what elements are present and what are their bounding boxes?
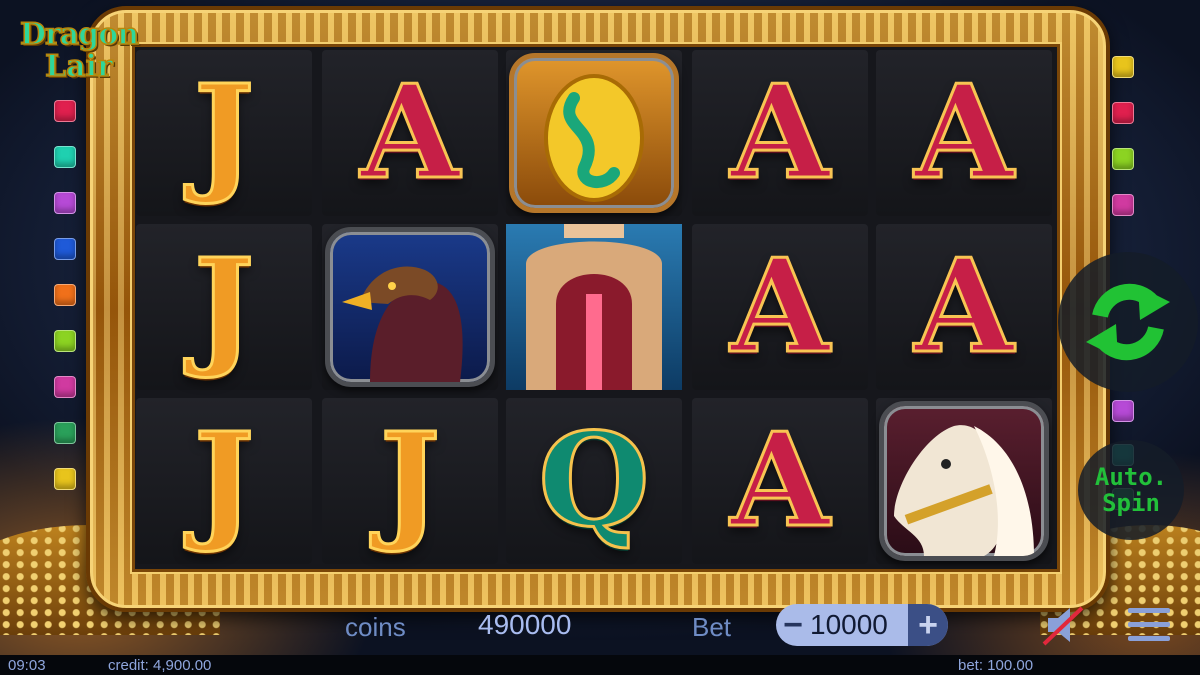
game-logo: Dragon Lair (4, 17, 154, 84)
coins-value: 490000 (478, 609, 572, 640)
symbol-a: A (729, 58, 831, 208)
reel-cell: J (136, 398, 312, 564)
symbol-q: Q (537, 406, 651, 556)
payline-marker (54, 376, 76, 398)
bet-label: Bet (692, 612, 732, 642)
bet-stepper: − 10000 + (776, 604, 948, 646)
coins-label: coins (345, 612, 406, 642)
menu-button[interactable] (1126, 604, 1172, 646)
clock: 09:03 (8, 657, 46, 674)
auto-spin-button[interactable]: Auto. Spin (1078, 440, 1184, 540)
payline-marker (54, 146, 76, 168)
eagle-symbol (325, 227, 495, 387)
reel-cell: A (692, 398, 868, 564)
symbol-j: J (192, 406, 256, 556)
spin-button[interactable] (1058, 252, 1198, 392)
symbol-a: A (359, 58, 461, 208)
symbol-j: J (378, 406, 442, 556)
bet-increase-button[interactable]: + (908, 604, 948, 646)
reel-cell: A (876, 50, 1052, 216)
symbol-j: J (192, 232, 256, 382)
payline-marker (1112, 56, 1134, 78)
payline-marker (1112, 400, 1134, 422)
payline-marker (54, 192, 76, 214)
dragon-egg-symbol (509, 53, 679, 213)
status-bar: 09:03 credit: 4,900.00 bet: 100.00 (0, 655, 1200, 675)
payline-marker (1112, 102, 1134, 124)
credit-readout: credit: 4,900.00 (108, 657, 212, 674)
reel-cell (322, 224, 498, 390)
reel-cell: A (876, 224, 1052, 390)
payline-marker (54, 284, 76, 306)
reel-cell (506, 50, 682, 216)
reel-cell: J (136, 224, 312, 390)
bet-readout: bet: 100.00 (958, 657, 1034, 674)
hamburger-menu-icon (1128, 608, 1170, 641)
payline-marker (54, 468, 76, 490)
auto-spin-label-1: Auto. (1094, 462, 1168, 491)
horse-symbol (879, 401, 1049, 561)
payline-marker (54, 100, 76, 122)
symbol-j: J (192, 58, 256, 208)
payline-marker (1112, 148, 1134, 170)
reel-cell: A (692, 50, 868, 216)
auto-spin-label-2: Spin (1102, 489, 1160, 517)
reel-cell (876, 398, 1052, 564)
reel-cell: Q (506, 398, 682, 564)
speaker-muted-icon (1042, 606, 1084, 646)
symbol-a: A (729, 406, 831, 556)
tower-gate-symbol (506, 224, 682, 390)
payline-marker (54, 330, 76, 352)
reel-cell: J (136, 50, 312, 216)
payline-marker (1112, 194, 1134, 216)
payline-marker (54, 422, 76, 444)
logo-word-1: Dragon (19, 17, 140, 52)
reel-cell: J (322, 398, 498, 564)
payline-marker (54, 238, 76, 260)
symbol-a: A (729, 232, 831, 382)
reel-cell: A (322, 50, 498, 216)
symbol-a: A (913, 58, 1015, 208)
bet-decrease-button[interactable]: − (776, 604, 810, 646)
logo-word-2: Lair (44, 49, 113, 84)
reel-cell (506, 224, 682, 390)
symbol-a: A (913, 232, 1015, 382)
sound-toggle-button[interactable] (1040, 602, 1090, 648)
reel-cell: A (692, 224, 868, 390)
bet-value: 10000 (810, 609, 888, 640)
refresh-arrows-icon (1086, 283, 1170, 361)
game-background: Dragon Lair JJJAJQAAAAA Auto. Spin coins… (0, 0, 1200, 675)
